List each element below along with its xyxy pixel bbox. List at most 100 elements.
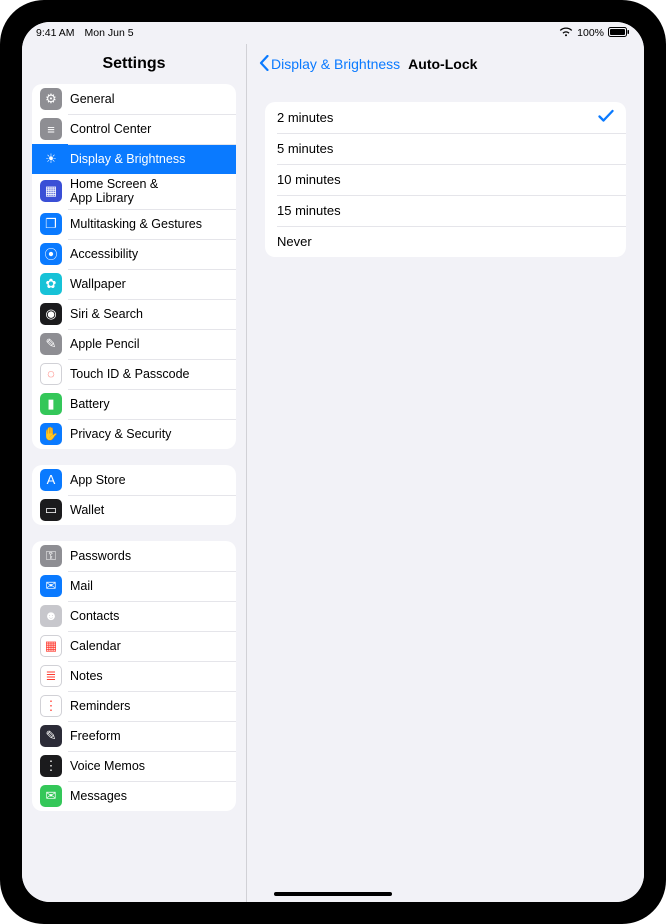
sidebar-item-label: Passwords <box>70 549 131 563</box>
sidebar-item-wallpaper[interactable]: ✿ Wallpaper <box>32 269 236 299</box>
sidebar-item-reminders[interactable]: ⋮ Reminders <box>32 691 236 721</box>
sidebar-item-label: Notes <box>70 669 103 683</box>
sidebar-item-touchid[interactable]: ◌ Touch ID & Passcode <box>32 359 236 389</box>
sidebar-item-label: Display & Brightness <box>70 152 185 166</box>
battery-icon <box>608 27 630 40</box>
reminders-icon: ⋮ <box>40 695 62 717</box>
sidebar-group: ⚿ Passwords ✉ Mail ☻ Contacts ▦ Calendar ≣ Notes ⋮… <box>32 541 236 811</box>
sidebar-item-label: Reminders <box>70 699 130 713</box>
sidebar-item-control-center[interactable]: ≡ Control Center <box>32 114 236 144</box>
contacts-icon: ☻ <box>40 605 62 627</box>
sidebar-item-label: Voice Memos <box>70 759 145 773</box>
back-button[interactable]: Display & Brightness <box>259 55 400 74</box>
sidebar-item-passwords[interactable]: ⚿ Passwords <box>32 541 236 571</box>
sidebar-item-wallet[interactable]: ▭ Wallet <box>32 495 236 525</box>
envelope-icon: ✉ <box>40 575 62 597</box>
sidebar-item-apple-pencil[interactable]: ✎ Apple Pencil <box>32 329 236 359</box>
sidebar-item-label: App Store <box>70 473 126 487</box>
option-label: 5 minutes <box>277 141 614 156</box>
status-date: Mon Jun 5 <box>85 27 134 39</box>
sidebar-item-voicememos[interactable]: ⋮ Voice Memos <box>32 751 236 781</box>
messages-icon: ✉ <box>40 785 62 807</box>
auto-lock-options: 2 minutes 5 minutes 10 minutes 15 minutes Ne… <box>265 102 626 257</box>
sidebar-item-multitasking[interactable]: ❐ Multitasking & Gestures <box>32 209 236 239</box>
sidebar-item-calendar[interactable]: ▦ Calendar <box>32 631 236 661</box>
option-label: Never <box>277 234 614 249</box>
sidebar-item-general[interactable]: ⚙︎ General <box>32 84 236 114</box>
screen: 9:41 AM Mon Jun 5 100% Settings ⚙︎ Genera… <box>22 22 644 902</box>
sidebar-item-label: Mail <box>70 579 93 593</box>
sidebar-item-contacts[interactable]: ☻ Contacts <box>32 601 236 631</box>
sidebar-item-label: Freeform <box>70 729 121 743</box>
check-icon <box>598 109 614 126</box>
sidebar-item-battery[interactable]: ▮Battery <box>32 389 236 419</box>
option-label: 15 minutes <box>277 203 614 218</box>
detail-pane: Display & Brightness Auto-Lock 2 minutes… <box>247 44 644 902</box>
pencil-icon: ✎ <box>40 333 62 355</box>
siri-icon: ◉ <box>40 303 62 325</box>
sidebar-item-label: Multitasking & Gestures <box>70 217 202 231</box>
squares-icon: ❐ <box>40 213 62 235</box>
battery-percentage: 100% <box>577 27 604 39</box>
fingerprint-icon: ◌ <box>40 363 62 385</box>
grid-icon: ▦ <box>40 180 62 202</box>
sidebar: Settings ⚙︎ General ≡ Control Center ☀ Displa… <box>22 44 247 902</box>
sidebar-item-display[interactable]: ☀ Display & Brightness <box>32 144 236 174</box>
sidebar-group: ⚙︎ General ≡ Control Center ☀ Display & Brigh… <box>32 84 236 449</box>
sidebar-list[interactable]: ⚙︎ General ≡ Control Center ☀ Display & Brigh… <box>22 84 246 902</box>
sidebar-item-messages[interactable]: ✉ Messages <box>32 781 236 811</box>
home-indicator <box>274 892 392 896</box>
sidebar-item-label: Apple Pencil <box>70 337 140 351</box>
sidebar-item-label: Touch ID & Passcode <box>70 367 190 381</box>
option-label: 2 minutes <box>277 110 598 125</box>
key-icon: ⚿ <box>40 545 62 567</box>
chevron-left-icon <box>259 55 271 74</box>
option-label: 10 minutes <box>277 172 614 187</box>
voice-icon: ⋮ <box>40 755 62 777</box>
sidebar-item-label: Privacy & Security <box>70 427 171 441</box>
sun-icon: ☀ <box>40 148 62 170</box>
split-view: Settings ⚙︎ General ≡ Control Center ☀ Displa… <box>22 44 644 902</box>
status-time: 9:41 AM <box>36 27 75 39</box>
sidebar-item-label: Control Center <box>70 122 151 136</box>
auto-lock-option[interactable]: 2 minutes <box>265 102 626 133</box>
notes-icon: ≣ <box>40 665 62 687</box>
back-label: Display & Brightness <box>271 56 400 72</box>
sidebar-item-label: Wallpaper <box>70 277 126 291</box>
detail-title: Auto-Lock <box>408 56 477 72</box>
detail-navbar: Display & Brightness Auto-Lock <box>247 44 644 84</box>
auto-lock-option[interactable]: 15 minutes <box>265 195 626 226</box>
calendar-icon: ▦ <box>40 635 62 657</box>
sidebar-item-label: Contacts <box>70 609 119 623</box>
sidebar-item-label: General <box>70 92 114 106</box>
sidebar-item-notes[interactable]: ≣ Notes <box>32 661 236 691</box>
gear-icon: ⚙︎ <box>40 88 62 110</box>
wallet-icon: ▭ <box>40 499 62 521</box>
sidebar-item-freeform[interactable]: ✎ Freeform <box>32 721 236 751</box>
sidebar-title: Settings <box>22 44 246 84</box>
sidebar-item-home-screen[interactable]: ▦Home Screen & App Library <box>32 174 236 209</box>
detail-content: 2 minutes 5 minutes 10 minutes 15 minutes Ne… <box>247 84 644 902</box>
person-icon: ⦿ <box>40 243 62 265</box>
sidebar-item-accessibility[interactable]: ⦿Accessibility <box>32 239 236 269</box>
auto-lock-option[interactable]: 10 minutes <box>265 164 626 195</box>
sidebar-item-privacy[interactable]: ✋ Privacy & Security <box>32 419 236 449</box>
hand-icon: ✋ <box>40 423 62 445</box>
auto-lock-option[interactable]: Never <box>265 226 626 257</box>
sidebar-group: AApp Store ▭ Wallet <box>32 465 236 525</box>
sidebar-item-label: Calendar <box>70 639 121 653</box>
sidebar-item-label: Messages <box>70 789 127 803</box>
sidebar-item-label: Siri & Search <box>70 307 143 321</box>
ipad-frame: 9:41 AM Mon Jun 5 100% Settings ⚙︎ Genera… <box>0 0 666 924</box>
sidebar-item-label: Wallet <box>70 503 104 517</box>
auto-lock-option[interactable]: 5 minutes <box>265 133 626 164</box>
sidebar-item-mail[interactable]: ✉ Mail <box>32 571 236 601</box>
sidebar-item-label: Battery <box>70 397 110 411</box>
sidebar-item-siri[interactable]: ◉ Siri & Search <box>32 299 236 329</box>
switches-icon: ≡ <box>40 118 62 140</box>
sidebar-item-app-store[interactable]: AApp Store <box>32 465 236 495</box>
freeform-icon: ✎ <box>40 725 62 747</box>
flower-icon: ✿ <box>40 273 62 295</box>
wifi-icon <box>559 27 573 40</box>
status-bar: 9:41 AM Mon Jun 5 100% <box>22 22 644 44</box>
